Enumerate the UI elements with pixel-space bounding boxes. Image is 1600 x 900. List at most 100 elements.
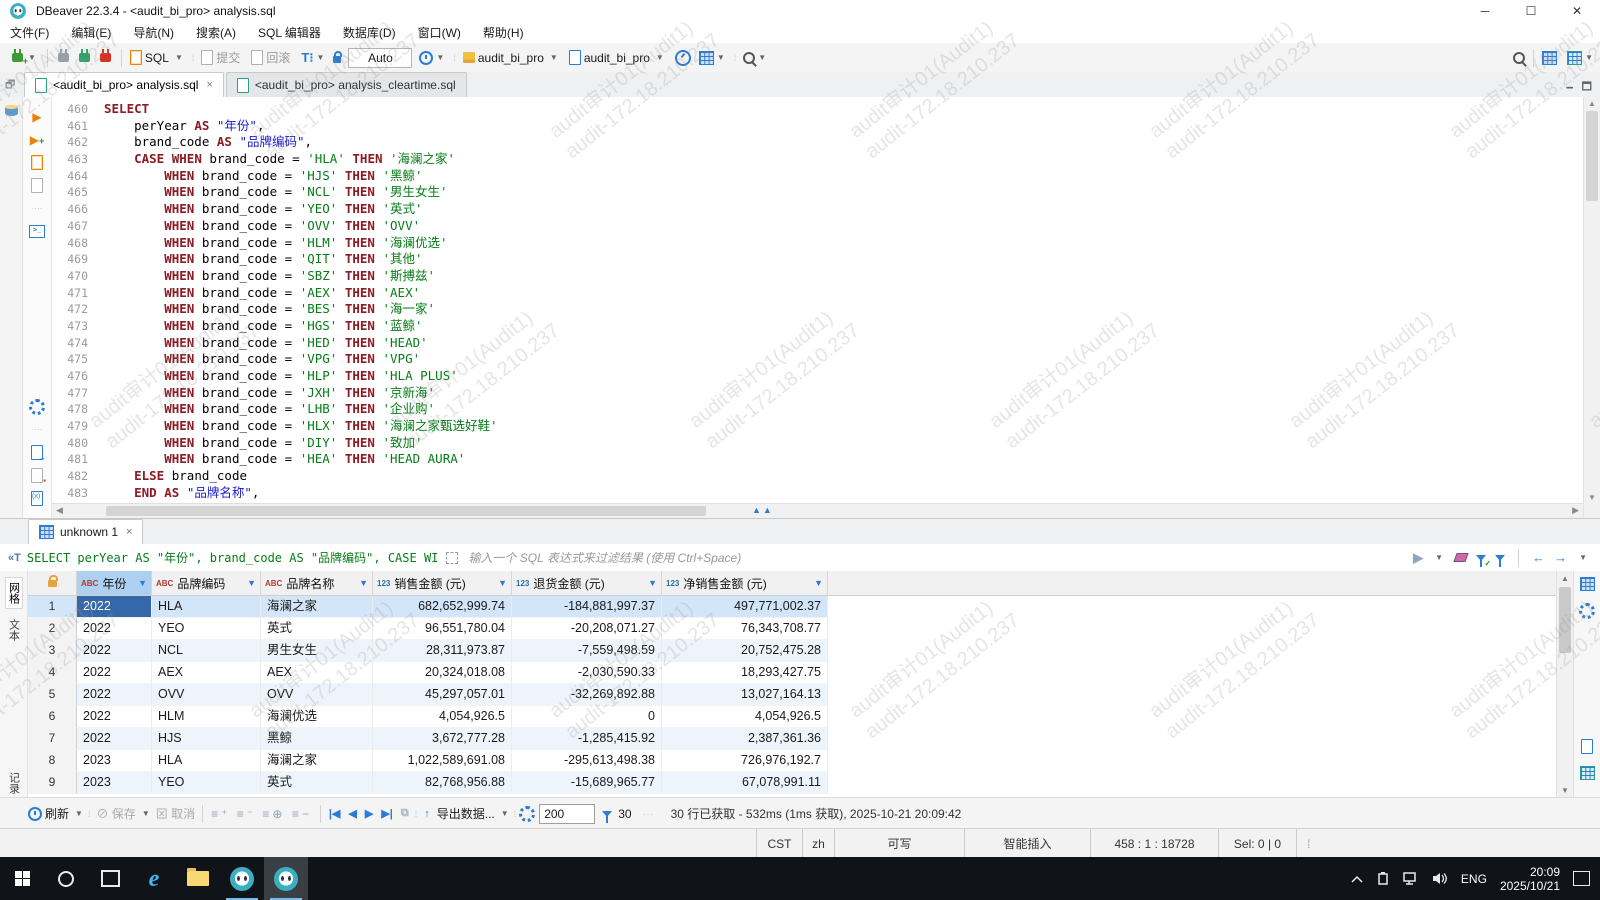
refresh-icon[interactable] <box>28 806 42 821</box>
cell[interactable]: 2022 <box>77 618 152 640</box>
history-dropdown-icon[interactable]: ▼ <box>436 53 444 62</box>
fetch-settings-icon[interactable] <box>519 805 536 822</box>
dbeaver-taskbar-icon-active[interactable] <box>264 857 308 900</box>
row-number[interactable]: 6 <box>28 706 77 728</box>
cell[interactable]: 2022 <box>77 596 152 618</box>
cell[interactable]: 0 <box>512 706 662 728</box>
filter-history-back-icon[interactable]: ← <box>1532 550 1545 565</box>
table-row[interactable]: 5 2022 OVV OVV 45,297,057.01 -32,269,892.88 13… <box>28 684 1556 706</box>
rollback-button[interactable]: 回滚 <box>247 43 297 72</box>
cell[interactable]: 4,054,926.5 <box>662 706 828 728</box>
column-filter-icon[interactable]: ▼ <box>138 578 147 588</box>
column-header-2[interactable]: ABC 品牌编码 ▼ <box>152 571 261 595</box>
editor-settings-icon[interactable] <box>29 398 45 415</box>
table-row[interactable]: 9 2023 YEO 英式 82,768,956.88 -15,689,965.77 67,… <box>28 772 1556 794</box>
open-view-icon[interactable] <box>1567 50 1583 65</box>
scroll-right-icon[interactable]: ▶ <box>1572 505 1579 516</box>
maximize-view-icon[interactable]: 🗖 <box>1582 78 1592 97</box>
view-dropdown-icon[interactable]: ▼ <box>1585 53 1593 62</box>
sql-editor[interactable]: 460 SELECT 461 perYear AS "年份", 462 brand_c… <box>52 97 1583 518</box>
table-row[interactable]: 1 2022 HLA 海澜之家 682,652,999.74 -184,881,997.3… <box>28 596 1556 618</box>
save-filter-icon[interactable]: ✓ <box>1476 551 1491 568</box>
start-button[interactable] <box>0 857 44 900</box>
minimize-view-icon[interactable]: 🗕 <box>1566 78 1574 97</box>
menu-item-4[interactable]: 搜索(A) <box>196 24 236 41</box>
cell[interactable]: 2023 <box>77 750 152 772</box>
column-filter-icon[interactable]: ▼ <box>648 578 657 588</box>
menu-item-2[interactable]: 编辑(E) <box>71 24 111 41</box>
cell[interactable]: 20,752,475.28 <box>662 640 828 662</box>
cell[interactable]: 1,022,589,691.08 <box>373 750 512 772</box>
dbeaver-taskbar-icon[interactable] <box>220 857 264 900</box>
row-number[interactable]: 5 <box>28 684 77 706</box>
row-number[interactable]: 8 <box>28 750 77 772</box>
cell[interactable]: HLM <box>152 706 261 728</box>
new-sql-editor-button[interactable]: SQL ▼ <box>126 43 190 72</box>
maximize-button[interactable]: ☐ <box>1508 0 1554 22</box>
cell[interactable]: 4,054,926.5 <box>373 706 512 728</box>
execute-new-tab-icon[interactable]: ▶+ <box>30 133 45 147</box>
presentation-tab-1[interactable]: 网格 <box>4 577 23 609</box>
cell[interactable]: YEO <box>152 772 261 794</box>
menu-item-6[interactable]: 数据库(D) <box>343 24 396 41</box>
results-tab-unknown1[interactable]: unknown 1 × <box>28 519 144 544</box>
refresh-dropdown-icon[interactable]: ▼ <box>75 809 83 818</box>
cell[interactable]: 2,387,361.36 <box>662 728 828 750</box>
explain-plan-icon[interactable] <box>31 178 43 193</box>
grid-scroll-down-icon[interactable]: ▼ <box>1561 786 1569 795</box>
cell[interactable]: OVV <box>152 684 261 706</box>
panel-value-viewer-icon[interactable] <box>1581 739 1593 754</box>
export-dropdown-icon[interactable]: ▼ <box>501 809 509 818</box>
table-row[interactable]: 3 2022 NCL 男生女生 28,311,973.87 -7,559,498.59 20… <box>28 640 1556 662</box>
grid-vscroll-thumb[interactable] <box>1559 587 1571 653</box>
clear-filter-icon[interactable] <box>1453 553 1469 562</box>
fetch-size-input[interactable]: 200 <box>539 803 596 824</box>
grid-vscrollbar[interactable]: ▲ ▼ <box>1556 571 1573 798</box>
restore-editor-icon[interactable]: 🗗 <box>5 76 15 95</box>
cell[interactable]: HLA <box>152 750 261 772</box>
export-data-button[interactable]: 导出数据... <box>437 805 495 822</box>
abort-connection-icon[interactable] <box>99 49 111 62</box>
save-button[interactable]: ⊘ 保存 <box>96 805 135 822</box>
network-icon[interactable] <box>1403 872 1419 885</box>
cell[interactable]: 海澜之家 <box>261 750 373 772</box>
menu-item-1[interactable]: 文件(F) <box>10 24 49 41</box>
row-number[interactable]: 9 <box>28 772 77 794</box>
filter-input[interactable]: 输入一个 SQL 表达式来过滤结果 (使用 Ctrl+Space) <box>468 549 1413 566</box>
cell[interactable]: -295,613,498.38 <box>512 750 662 772</box>
open-perspective-icon[interactable] <box>1542 50 1558 65</box>
column-filter-icon[interactable]: ▼ <box>247 578 256 588</box>
column-filter-icon[interactable]: ▼ <box>498 578 507 588</box>
cell[interactable]: 黑鲸 <box>261 728 373 750</box>
editor-vscrollbar[interactable]: ▲ ▼ <box>1583 97 1600 518</box>
hscroll-thumb[interactable] <box>106 506 706 516</box>
action-center-icon[interactable] <box>1573 871 1590 886</box>
unsaved-file-icon[interactable]: ▪ <box>31 468 46 485</box>
taskbar-clock[interactable]: 20:09 2025/10/21 <box>1500 865 1560 893</box>
menu-item-8[interactable]: 帮助(H) <box>483 24 524 41</box>
cell[interactable]: 20,324,018.08 <box>373 662 512 684</box>
table-row[interactable]: 2 2022 YEO 英式 96,551,780.04 -20,208,071.27 76,… <box>28 618 1556 640</box>
database-dropdown-icon[interactable]: ▼ <box>550 53 558 62</box>
sash-collapse-icons[interactable]: ▲▲ <box>752 505 774 515</box>
last-row-icon[interactable]: ▶| <box>381 807 393 820</box>
panel-settings-icon[interactable] <box>1579 603 1595 619</box>
menu-item-3[interactable]: 导航(N) <box>133 24 174 41</box>
scroll-left-icon[interactable]: ◀ <box>56 505 63 516</box>
ie-taskbar-icon[interactable]: e <box>132 857 176 900</box>
panel-grid-icon[interactable] <box>1579 577 1595 591</box>
cell[interactable]: AEX <box>152 662 261 684</box>
cell[interactable]: HLA <box>152 596 261 618</box>
table-row[interactable]: 7 2022 HJS 黑鲸 3,672,777.28 -1,285,415.92 2,387… <box>28 728 1556 750</box>
cell[interactable]: 682,652,999.74 <box>373 596 512 618</box>
record-mode-toggle[interactable]: 记录 <box>6 768 22 798</box>
connection-lock-icon[interactable] <box>333 51 343 63</box>
cell[interactable]: YEO <box>152 618 261 640</box>
taskbar-search-button[interactable] <box>44 857 88 900</box>
transfer-dropdown-icon[interactable]: ▼ <box>717 53 725 62</box>
cell[interactable]: 726,976,192.7 <box>662 750 828 772</box>
filter-history-dropdown-icon[interactable]: ▼ <box>1579 553 1587 562</box>
cell[interactable]: 82,768,956.88 <box>373 772 512 794</box>
sql-editor-dropdown-icon[interactable]: ▼ <box>175 53 183 62</box>
cell[interactable]: NCL <box>152 640 261 662</box>
